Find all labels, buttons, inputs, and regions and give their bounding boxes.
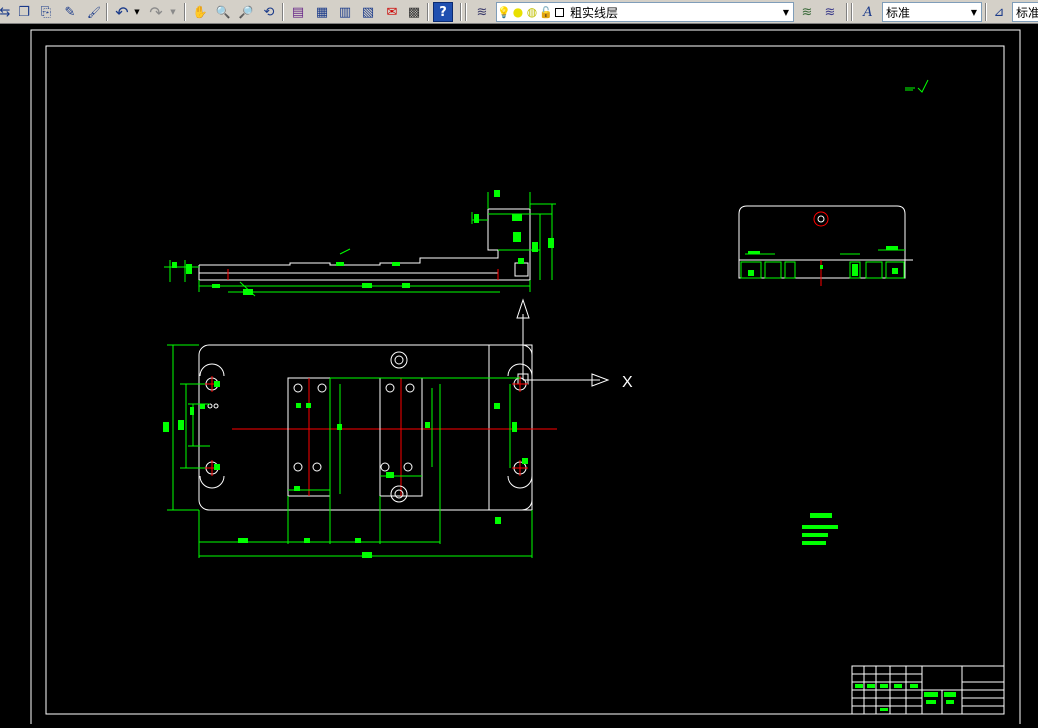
- zoom-realtime-icon[interactable]: 🔍: [213, 2, 233, 22]
- sheet-set-icon[interactable]: ▧: [358, 2, 378, 22]
- dim-style-combo[interactable]: 标准: [1012, 2, 1038, 22]
- calculator-icon[interactable]: ▩: [404, 2, 424, 22]
- chevron-down-icon[interactable]: ▼: [779, 3, 793, 21]
- ucs-x-label: X: [622, 374, 633, 391]
- layer-viewport-icon[interactable]: ◍: [525, 5, 539, 19]
- redo-icon[interactable]: ↷: [146, 2, 166, 22]
- text-style-combo[interactable]: 标准 ▼: [882, 2, 982, 22]
- title-block: [851, 665, 1005, 715]
- standard-toolbar: ⇆ ❐ ⎘ ✎ 🖌 ↶ ▼ ↷ ▼ ✋ 🔍 🔎 ⟲ ▤ ▦ ▥ ▧ ✉ ▩ ? …: [0, 0, 1038, 24]
- ucs-icon: X: [516, 298, 633, 391]
- chevron-down-icon[interactable]: ▼: [967, 3, 981, 21]
- layer-combo[interactable]: 💡 ● ◍ 🔓 粗实线层 ▼: [496, 2, 794, 22]
- side-view: [738, 205, 913, 286]
- toolbar-separator: [985, 3, 987, 21]
- brush-icon[interactable]: ✎: [60, 2, 80, 22]
- layer-lock-icon[interactable]: 🔓: [539, 6, 553, 19]
- layer-freeze-icon[interactable]: ●: [511, 5, 525, 19]
- toolbar-separator: [106, 3, 108, 21]
- plate-outline: [198, 344, 533, 511]
- outer-border: [30, 29, 1021, 727]
- drawing-svg: X: [30, 29, 1021, 727]
- layer-manager-icon[interactable]: ≋: [472, 2, 492, 22]
- toolbar-separator: [427, 3, 429, 21]
- match-brush-icon[interactable]: 🖌: [84, 2, 104, 22]
- pan-icon[interactable]: ✋: [190, 2, 210, 22]
- help-icon[interactable]: ?: [433, 2, 453, 22]
- top-view: [163, 344, 557, 558]
- text-style-icon[interactable]: A: [858, 2, 878, 22]
- markup-icon[interactable]: ✉: [382, 2, 402, 22]
- paste-icon[interactable]: ⎘: [36, 2, 56, 22]
- design-center-icon[interactable]: ▦: [312, 2, 332, 22]
- undo-dropdown-icon[interactable]: ▼: [132, 2, 142, 22]
- drawing-area[interactable]: X: [0, 24, 1038, 727]
- toolbar-separator: [282, 3, 284, 21]
- layer-previous-icon[interactable]: ≋: [820, 2, 840, 22]
- tool-palette-icon[interactable]: ▥: [335, 2, 355, 22]
- toolbar-separator: [846, 3, 848, 21]
- tech-notes: [802, 513, 838, 545]
- toolbar-separator: [465, 3, 467, 21]
- properties-icon[interactable]: ▤: [288, 2, 308, 22]
- dim-style-icon[interactable]: ⊿: [989, 2, 1009, 22]
- dim-style-combo-value: 标准: [1016, 5, 1038, 20]
- text-style-combo-value: 标准: [886, 5, 911, 20]
- layer-combo-value: 粗实线层: [570, 5, 619, 20]
- toolbar-separator: [460, 3, 462, 21]
- redo-dropdown-icon[interactable]: ▼: [168, 2, 178, 22]
- front-view: [164, 190, 556, 297]
- copy-icon[interactable]: ❐: [14, 2, 34, 22]
- roughness-note: [905, 79, 929, 93]
- undo-icon[interactable]: ↶: [112, 2, 132, 22]
- match-properties-icon[interactable]: ⇆: [0, 2, 10, 22]
- toolbar-separator: [851, 3, 853, 21]
- zoom-window-icon[interactable]: 🔎: [236, 2, 256, 22]
- layer-color-swatch: [555, 7, 564, 17]
- layer-on-icon[interactable]: 💡: [497, 6, 511, 19]
- make-layer-current-icon[interactable]: ≋: [797, 2, 817, 22]
- toolbar-separator: [184, 3, 186, 21]
- zoom-previous-icon[interactable]: ⟲: [259, 2, 279, 22]
